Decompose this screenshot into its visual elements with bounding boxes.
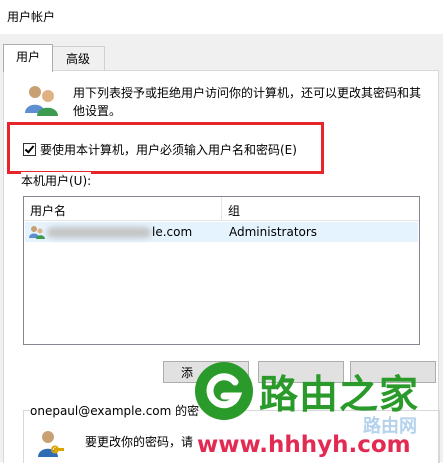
list-header: 用户名 组 [24,197,419,221]
users-list[interactable]: 用户名 组 le.com Administrators [23,196,420,345]
watermark: 路由之家 路由网 www.hhhyh.com [193,356,443,462]
row-username: le.com [152,225,193,239]
password-group-title: onepaul@example.com 的密 [30,402,204,419]
tab-advanced[interactable]: 高级 [51,46,105,71]
column-username[interactable]: 用户名 [30,202,66,219]
column-separator[interactable] [221,197,222,220]
local-users-label: 本机用户(U): [21,172,92,189]
annotation-highlight-box [7,122,324,174]
routerhome-logo-icon [195,362,253,420]
blurred-username [47,227,151,238]
password-description: 要更改你的密码，请 [85,435,194,449]
table-row[interactable]: le.com Administrators [25,222,418,242]
watermark-url: www.hhhyh.com [197,432,411,458]
tab-users[interactable]: 用户 [3,44,53,72]
window-title: 用户帐户 [7,10,56,24]
row-group: Administrators [229,225,318,239]
users-description: 用下列表授予或拒绝用户访问你的计算机，还可以更改其密码和其他设置。 [73,86,422,118]
key-user-icon [38,431,64,457]
users-icon [25,86,58,116]
title-bar: 用户帐户 [0,0,443,34]
user-row-icon [29,226,45,239]
column-group[interactable]: 组 [228,202,240,219]
